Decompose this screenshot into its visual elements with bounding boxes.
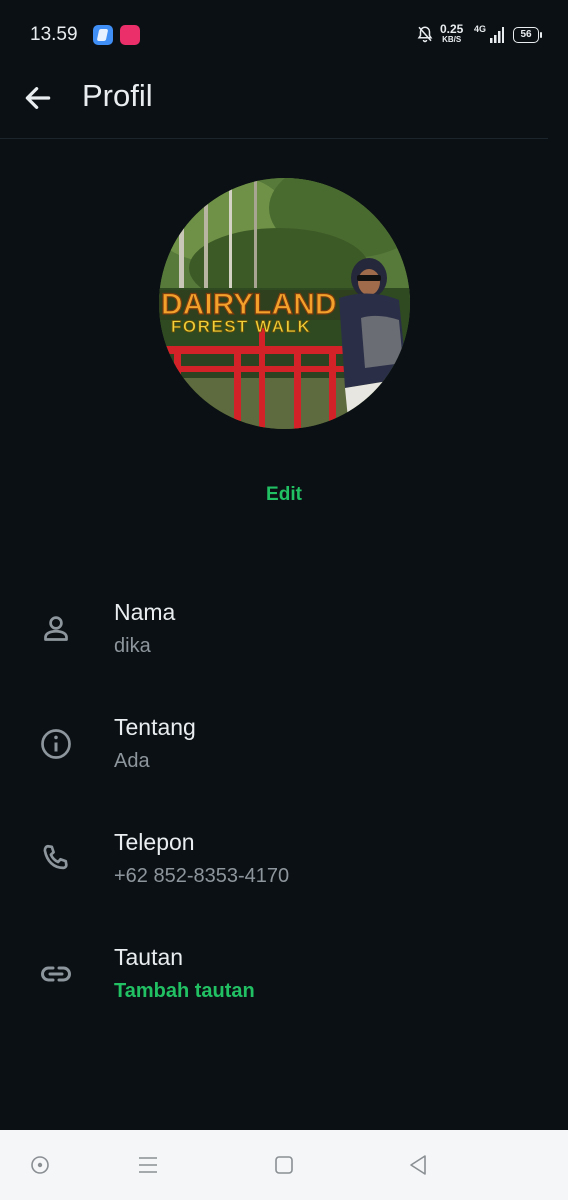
name-label: Nama (114, 599, 176, 625)
person-icon (44, 616, 68, 641)
photo-sign-text-2: FOREST WALK (171, 317, 311, 336)
phone-row[interactable]: Telepon +62 852-8353-4170 (0, 829, 568, 929)
app-bar: Profil (0, 70, 568, 138)
assistant-icon (31, 1156, 49, 1174)
network-speed: 0.25 KB/S (440, 23, 463, 44)
about-value: Ada (114, 750, 150, 772)
menu-button[interactable] (118, 1130, 178, 1200)
about-row[interactable]: Tentang Ada (0, 714, 568, 814)
header-divider (0, 138, 548, 139)
page-title: Profil (82, 78, 153, 113)
back-arrow-icon[interactable] (22, 82, 54, 114)
signal-icon (490, 27, 504, 43)
promo-app-icon (120, 25, 140, 45)
info-icon (41, 729, 71, 759)
about-label: Tentang (114, 714, 196, 740)
battery-icon: 56 (513, 27, 542, 43)
status-time: 13.59 (30, 24, 78, 45)
phone-label: Telepon (114, 829, 195, 855)
status-bar: 13.59 0.25 KB/S 4G 56 (0, 0, 568, 70)
phone-icon (43, 844, 68, 870)
add-link-button[interactable]: Tambah tautan (114, 980, 255, 1003)
edit-photo-button[interactable]: Edit (0, 484, 568, 506)
name-value: dika (114, 635, 151, 657)
system-nav-bar (0, 1130, 568, 1200)
home-square-icon (275, 1156, 293, 1174)
back-button[interactable] (388, 1130, 448, 1200)
bell-off-icon (417, 26, 433, 43)
phone-value: +62 852-8353-4170 (114, 865, 290, 887)
network-type: 4G (474, 24, 487, 34)
profile-photo[interactable]: DAIRYLAND FOREST WALK (159, 178, 410, 429)
home-button[interactable] (254, 1130, 314, 1200)
back-triangle-icon (410, 1155, 426, 1175)
network-speed-value: 0.25 (440, 22, 464, 36)
assistant-button[interactable] (10, 1130, 70, 1200)
network-speed-unit: KB/S (442, 35, 462, 44)
name-row[interactable]: Nama dika (0, 599, 568, 699)
browser-app-icon (93, 25, 113, 45)
links-label: Tautan (114, 944, 184, 970)
links-row[interactable]: Tautan Tambah tautan (0, 944, 568, 1044)
link-icon (41, 966, 71, 982)
menu-icon (139, 1157, 157, 1173)
